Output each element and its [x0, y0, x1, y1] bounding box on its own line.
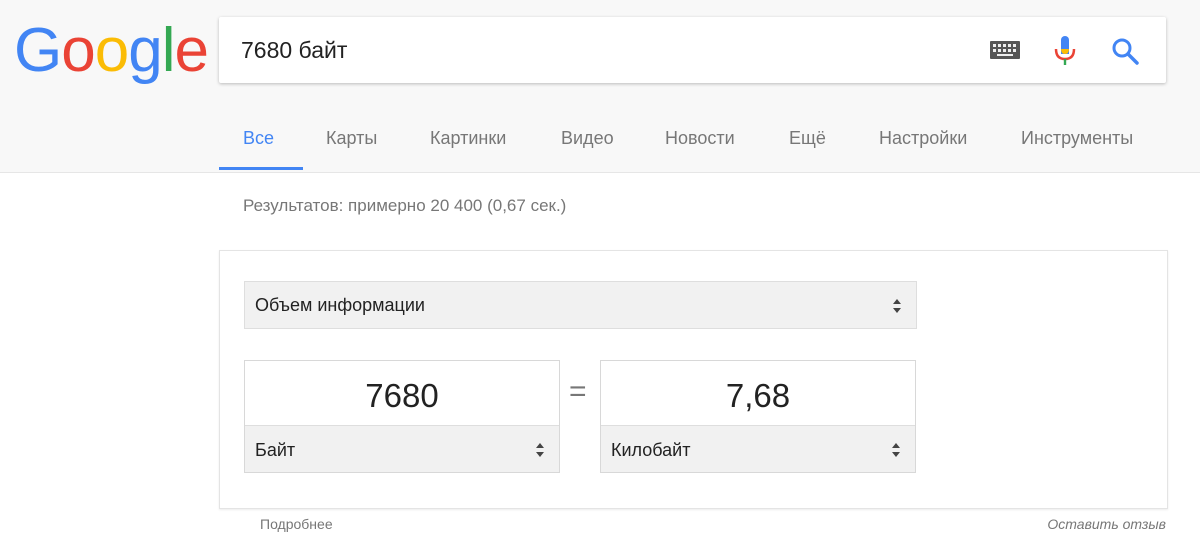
from-unit-select[interactable]: Байт	[245, 425, 559, 472]
tab-maps[interactable]: Карты	[326, 128, 377, 149]
category-select[interactable]: Объем информации	[244, 281, 917, 329]
from-unit-box: Байт	[244, 360, 560, 473]
tab-images[interactable]: Картинки	[430, 128, 506, 149]
equals-sign: =	[569, 375, 587, 408]
from-value-input[interactable]	[245, 361, 559, 425]
header: Google Все Карты Картинки Видео	[0, 0, 1200, 173]
more-info-link[interactable]: Подробнее	[260, 516, 333, 532]
logo-letter: o	[61, 16, 95, 85]
logo-letter: l	[161, 16, 176, 85]
keyboard-icon[interactable]	[990, 41, 1020, 59]
tab-tools[interactable]: Инструменты	[1021, 128, 1133, 149]
search-box	[219, 17, 1166, 83]
results-count: Результатов: примерно 20 400 (0,67 сек.)	[243, 196, 567, 215]
tab-news[interactable]: Новости	[665, 128, 735, 149]
feedback-link[interactable]: Оставить отзыв	[1047, 516, 1166, 532]
search-input[interactable]	[241, 35, 941, 65]
active-tab-indicator	[219, 167, 303, 170]
from-unit-label: Байт	[255, 440, 296, 460]
logo-letter: e	[174, 16, 208, 85]
unit-converter-card: Объем информации Байт = Килобайт	[219, 250, 1168, 509]
google-logo[interactable]: Google	[14, 16, 209, 86]
to-unit-select[interactable]: Килобайт	[601, 425, 915, 472]
logo-letter: o	[94, 16, 129, 85]
updown-arrows-icon	[893, 299, 901, 313]
search-icon[interactable]	[1111, 37, 1139, 65]
tab-more[interactable]: Ещё	[789, 128, 826, 149]
tab-all[interactable]: Все	[243, 128, 274, 149]
category-select-label: Объем информации	[255, 295, 425, 315]
to-unit-label: Килобайт	[611, 440, 691, 460]
logo-letter: G	[14, 16, 62, 85]
updown-arrows-icon	[892, 443, 900, 457]
tab-video[interactable]: Видео	[561, 128, 614, 149]
tab-settings[interactable]: Настройки	[879, 128, 967, 149]
to-unit-box: Килобайт	[600, 360, 916, 473]
logo-letter: g	[128, 16, 162, 85]
mic-icon[interactable]	[1053, 35, 1077, 67]
to-value-input[interactable]	[601, 361, 915, 425]
updown-arrows-icon	[536, 443, 544, 457]
